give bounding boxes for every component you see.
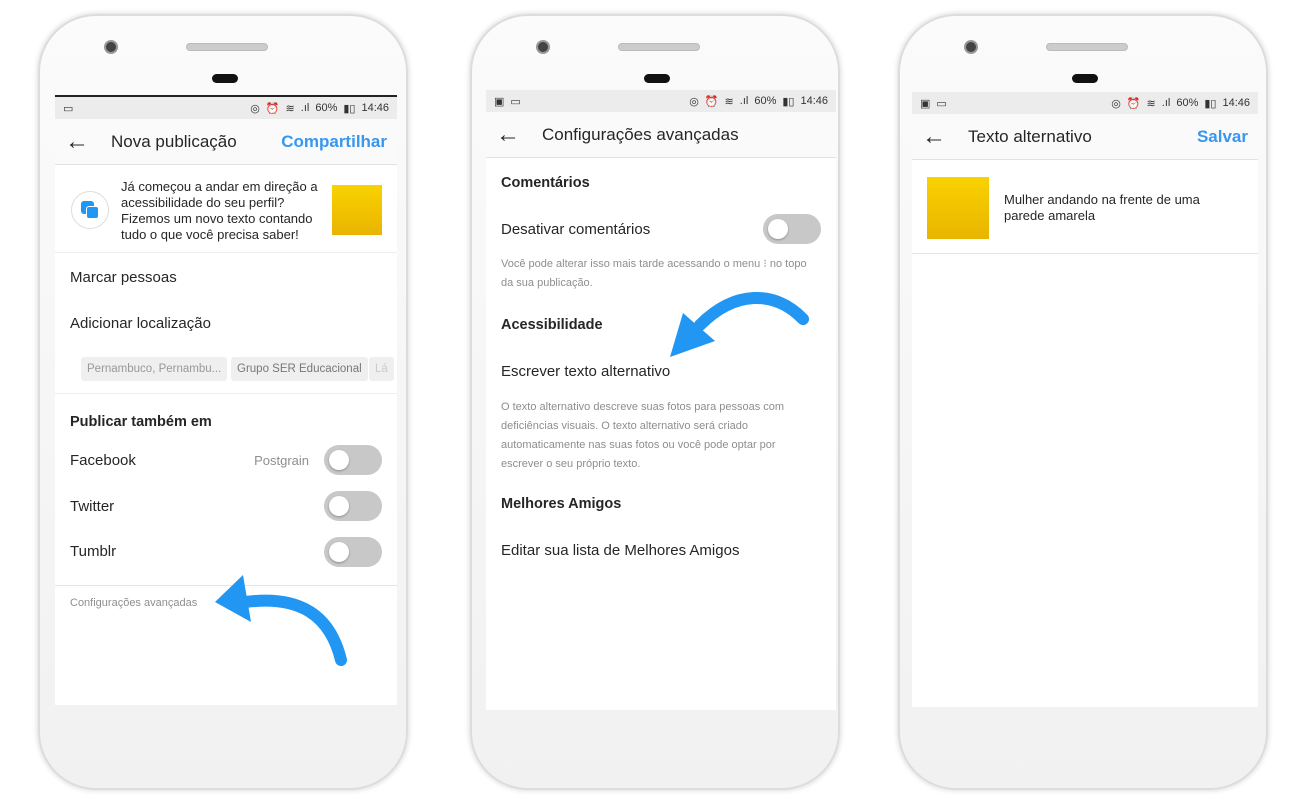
share-button[interactable]: Compartilhar (281, 132, 387, 152)
twitter-toggle[interactable] (324, 491, 382, 521)
battery-text: 60% (754, 95, 777, 107)
header: ← Nova publicação Compartilhar (55, 119, 397, 165)
laptop-icon: ▭ (936, 97, 947, 110)
battery-icon: ▮▯ (1204, 97, 1217, 110)
page-title: Nova publicação (111, 131, 237, 151)
wifi-icon: ≋ (724, 95, 734, 108)
signal-icon: .ıl (739, 95, 749, 107)
edit-close-friends-item[interactable]: Editar sua lista de Melhores Amigos (501, 542, 821, 559)
add-location-item[interactable]: Adicionar localização (70, 315, 382, 332)
screen-advanced-settings: ▣ ▭ ◎ ⏰ ≋ .ıl 60% ▮▯ 14:46 ← Configurações avança… (486, 90, 836, 710)
camera (964, 40, 978, 54)
write-alt-text-item[interactable]: Escrever texto alternativo (501, 363, 821, 380)
facebook-account: Postgrain (254, 453, 309, 468)
speaker (186, 43, 268, 51)
header: ← Texto alternativo Salvar (912, 114, 1258, 160)
sync-icon: ◎ (250, 102, 260, 115)
location-chip[interactable]: Grupo SER Educacional (231, 357, 368, 381)
battery-text: 60% (1176, 97, 1199, 109)
clock: 14:46 (361, 102, 389, 114)
sensor (1072, 74, 1098, 83)
laptop-icon: ▭ (63, 102, 74, 115)
comments-heading: Comentários (501, 175, 590, 191)
image-icon: ▣ (920, 97, 931, 110)
sync-icon: ◎ (689, 95, 699, 108)
curved-arrow-icon (670, 292, 809, 357)
share-heading: Publicar também em (70, 414, 212, 430)
location-chips: Pernambuco, Pernambu... Grupo SER Educac… (81, 357, 397, 381)
sensor (212, 74, 238, 83)
facebook-toggle[interactable] (324, 445, 382, 475)
promo-text: Já começou a andar em direção a acessibi… (121, 179, 318, 242)
screen-alt-text: ▣ ▭ ◎ ⏰ ≋ .ıl 60% ▮▯ 14:46 ← Texto alternativo Sal… (912, 92, 1258, 707)
status-bar: ▣ ▭ ◎ ⏰ ≋ .ıl 60% ▮▯ 14:46 (912, 92, 1258, 114)
page-title: Configurações avançadas (542, 124, 739, 144)
sensor (644, 74, 670, 83)
clock: 14:46 (800, 95, 828, 107)
post-thumbnail (332, 185, 382, 235)
laptop-icon: ▭ (510, 95, 521, 108)
promo-card[interactable]: Já começou a andar em direção a acessibi… (55, 167, 397, 253)
alt-text-row: Mulher andando na frente de uma parede a… (912, 162, 1258, 254)
battery-icon: ▮▯ (782, 95, 795, 108)
post-thumbnail (927, 177, 989, 239)
signal-icon: .ıl (300, 102, 310, 114)
page-title: Texto alternativo (968, 126, 1092, 146)
location-chip[interactable]: Pernambuco, Pernambu... (81, 357, 228, 381)
speaker (618, 43, 700, 51)
save-button[interactable]: Salvar (1197, 127, 1248, 147)
wifi-icon: ≋ (1146, 97, 1156, 110)
status-bar: ▭ ◎ ⏰ ≋ .ıl 60% ▮▯ 14:46 (55, 97, 397, 119)
alarm-icon: ⏰ (265, 102, 280, 115)
alt-text-input[interactable]: Mulher andando na frente de uma parede a… (1004, 192, 1229, 224)
image-icon: ▣ (494, 95, 505, 108)
camera (536, 40, 550, 54)
signal-icon: .ıl (1161, 97, 1171, 109)
alarm-icon: ⏰ (1126, 97, 1141, 110)
sync-icon: ◎ (1111, 97, 1121, 110)
header: ← Configurações avançadas (486, 112, 836, 158)
status-bar: ▣ ▭ ◎ ⏰ ≋ .ıl 60% ▮▯ 14:46 (486, 90, 836, 112)
back-arrow-icon[interactable]: ← (922, 123, 968, 151)
camera (104, 40, 118, 54)
battery-icon: ▮▯ (343, 102, 356, 115)
alarm-icon: ⏰ (704, 95, 719, 108)
battery-text: 60% (315, 102, 338, 114)
clock: 14:46 (1222, 97, 1250, 109)
back-arrow-icon[interactable]: ← (496, 121, 542, 149)
carousel-icon (71, 191, 109, 229)
wifi-icon: ≋ (285, 102, 295, 115)
curved-arrow-icon (215, 575, 347, 666)
close-friends-heading: Melhores Amigos (501, 496, 622, 512)
speaker (1046, 43, 1128, 51)
tumblr-toggle[interactable] (324, 537, 382, 567)
location-chip[interactable]: Lá (369, 357, 394, 381)
alt-text-note: O texto alternativo descreve suas fotos … (501, 401, 785, 470)
tag-people-item[interactable]: Marcar pessoas (70, 269, 382, 286)
disable-comments-toggle[interactable] (763, 214, 821, 244)
back-arrow-icon[interactable]: ← (65, 128, 111, 156)
